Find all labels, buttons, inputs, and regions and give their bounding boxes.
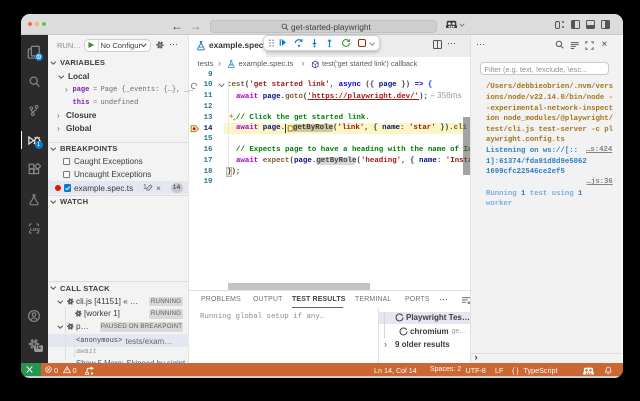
svg-text:LOG: LOG <box>30 227 40 232</box>
